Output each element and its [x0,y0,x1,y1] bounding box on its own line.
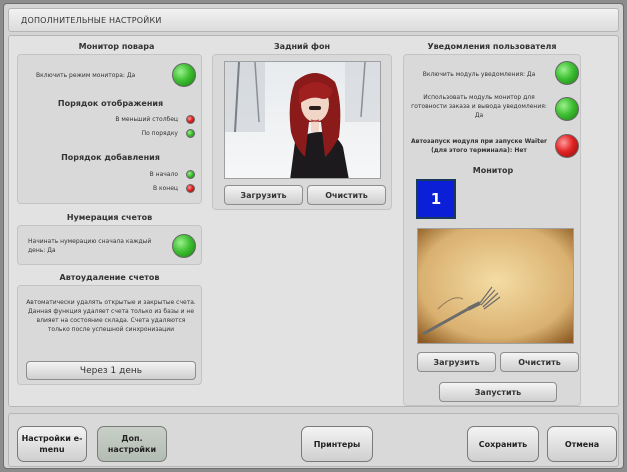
window-title: ДОПОЛНИТЕЛЬНЫЕ НАСТРОЙКИ [8,8,619,32]
printers-button[interactable]: Принтеры [301,426,373,462]
launch-button[interactable]: Запустить [439,382,557,402]
save-button[interactable]: Сохранить [467,426,539,462]
bill-numbering-label: Начинать нумерацию сначала каждый день: … [28,238,152,254]
cancel-button[interactable]: Отмена [547,426,617,462]
notification-option-label: Автозапуск модуля при запуске Waiter (дл… [411,138,547,154]
display-option-toggle[interactable] [186,129,195,138]
chef-monitor-group: Включить режим монитора: Да Порядок отоб… [17,54,202,204]
notification-upload-button[interactable]: Загрузить [417,352,496,372]
fork-parchment-image [418,229,573,343]
monitor-number-tile[interactable]: 1 [416,179,456,219]
extra-settings-button[interactable]: Доп. настройки [97,426,167,462]
display-option-toggle[interactable] [186,115,195,124]
bill-numbering-toggle[interactable] [172,234,196,258]
monitor-mode-label: Включить режим монитора: Да [36,72,136,79]
user-notifications-group: Включить модуль уведомления: Да Использо… [403,54,581,406]
add-option-toggle[interactable] [186,170,195,179]
notification-option-toggle[interactable] [555,97,579,121]
background-clear-button[interactable]: Очистить [307,185,386,205]
auto-delete-description: Автоматически удалять открытые и закрыты… [26,299,196,333]
background-upload-button[interactable]: Загрузить [224,185,303,205]
user-notifications-heading: Уведомления пользователя [427,42,557,51]
auto-delete-period-select[interactable]: Через 1 день [26,361,196,380]
emenu-settings-button[interactable]: Настройки e-menu [17,426,87,462]
settings-window: ДОПОЛНИТЕЛЬНЫЕ НАСТРОЙКИ Монитор повара … [3,3,624,469]
background-preview-image [224,61,381,179]
add-option-toggle[interactable] [186,184,195,193]
woman-portrait-image [225,62,380,178]
chef-monitor-heading: Монитор повара [78,42,155,51]
notification-option-toggle[interactable] [555,61,579,85]
bill-numbering-group: Начинать нумерацию сначала каждый день: … [17,225,202,265]
add-order-heading: Порядок добавления [61,153,160,162]
background-heading: Задний фон [273,42,331,51]
notification-clear-button[interactable]: Очистить [500,352,579,372]
add-option-label: В конец [152,185,178,192]
notification-option-label: Использовать модуль монитор для готовнос… [411,94,547,119]
add-option-label: В начало [149,171,178,178]
display-order-heading: Порядок отображения [57,99,164,108]
auto-delete-heading: Автоудаление счетов [59,273,160,282]
monitor-heading: Монитор [472,166,514,175]
display-option-label: По порядку [141,130,178,137]
notification-option-label: Включить модуль уведомления: Да [422,71,536,78]
monitor-mode-toggle[interactable] [172,63,196,87]
main-panel: Монитор повара Включить режим монитора: … [8,35,619,407]
notification-preview-image [417,228,574,344]
notification-option-toggle[interactable] [555,134,579,158]
bottom-action-bar: Настройки e-menu Доп. настройки Принтеры… [8,413,619,467]
background-group: Загрузить Очистить [212,54,392,210]
auto-delete-group: Автоматически удалять открытые и закрыты… [17,285,202,385]
bill-numbering-heading: Нумерация счетов [66,213,153,222]
display-option-label: В меньший столбец [115,116,178,123]
